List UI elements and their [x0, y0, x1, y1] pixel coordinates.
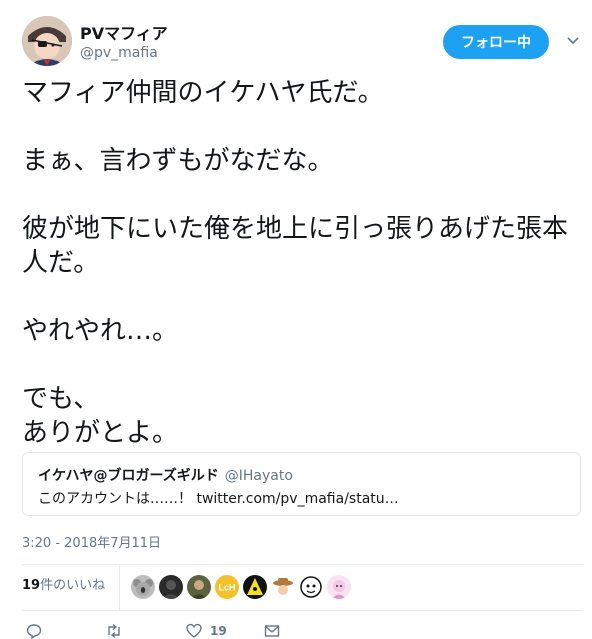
retweet-icon	[106, 623, 122, 639]
tweet-paragraph: やれやれ…。	[22, 316, 179, 346]
chevron-down-icon[interactable]	[566, 33, 580, 47]
tweet-timestamp[interactable]: 3:20 - 2018年7月11日	[22, 532, 161, 551]
like-button[interactable]: 19	[186, 623, 227, 639]
user-display-name[interactable]: PVマフィア	[80, 20, 168, 44]
yellow-character-avatar[interactable]	[243, 575, 267, 599]
svg-text:LcH: LcH	[218, 583, 235, 593]
koala-avatar[interactable]	[131, 575, 155, 599]
tweet-paragraph: まぁ、言わずもがなだな。	[22, 146, 334, 176]
pink-character-avatar[interactable]	[327, 575, 351, 599]
tweet-paragraph: マフィア仲間のイケハヤ氏だ。	[22, 78, 384, 108]
quoted-tweet-card[interactable]: イケハヤ@ブロガーズギルド @IHayato このアカウントは……！ twitte…	[22, 452, 581, 516]
direct-message-button[interactable]	[264, 623, 280, 639]
liker-avatars: LcH	[131, 575, 351, 599]
lch-logo-avatar[interactable]: LcH	[215, 575, 239, 599]
follow-button[interactable]: フォロー中	[443, 25, 549, 59]
divider	[22, 564, 583, 565]
tweet-paragraph: でも、 ありがとよ。	[22, 384, 179, 448]
person-photo-avatar[interactable]	[187, 575, 211, 599]
quoted-tweet-header: イケハヤ@ブロガーズギルド @IHayato	[38, 465, 293, 485]
likes-label: 件のいいね	[40, 578, 106, 593]
likes-stat[interactable]: 19件のいいね	[22, 574, 105, 593]
reply-button[interactable]	[26, 623, 42, 639]
dark-portrait-avatar[interactable]	[159, 575, 183, 599]
quoted-tweet-author: イケハヤ@ブロガーズギルド	[38, 468, 219, 484]
tweet-text: マフィア仲間のイケハヤ氏だ。 まぁ、言わずもがなだな。 彼が地下にいた俺を地上に…	[22, 76, 577, 450]
quoted-tweet-handle: @IHayato	[224, 468, 293, 484]
like-count: 19	[210, 624, 227, 638]
heart-icon	[186, 623, 202, 639]
ghost-illustration-avatar[interactable]	[299, 575, 323, 599]
reply-icon	[26, 623, 42, 639]
cowboy-illustration-avatar[interactable]	[271, 575, 295, 599]
likes-count: 19	[22, 578, 41, 593]
user-handle[interactable]: @pv_mafia	[80, 45, 158, 61]
user-avatar[interactable]	[22, 16, 72, 66]
divider	[22, 610, 583, 611]
quoted-tweet-text: このアカウントは……！ twitter.com/pv_mafia/statu…	[38, 491, 399, 507]
divider	[119, 565, 120, 610]
retweet-button[interactable]	[106, 623, 122, 639]
envelope-icon	[264, 623, 280, 639]
tweet-paragraph: 彼が地下にいた俺を地上に引っ張りあげた張本人だ。	[22, 214, 569, 278]
